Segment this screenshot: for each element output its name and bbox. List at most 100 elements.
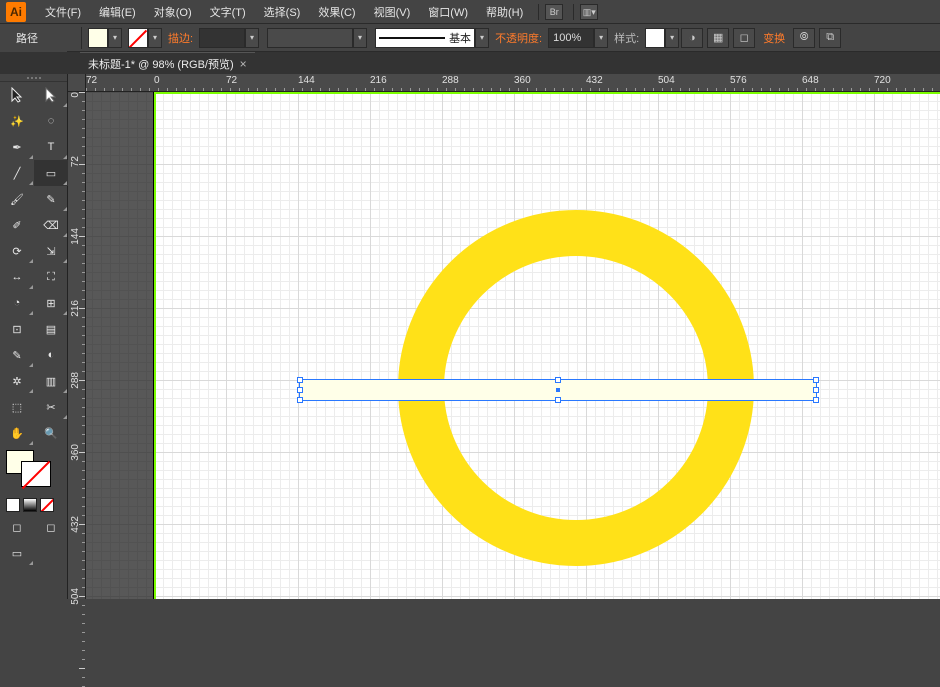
graphic-style-swatch[interactable] [645,28,665,48]
none-mode-icon[interactable] [40,498,54,512]
artboard-tool[interactable]: ⬚ [0,394,34,420]
bridge-icon[interactable]: Br [545,4,563,20]
ruler-tick-label: 72 [86,75,97,86]
direct-selection-tool[interactable] [34,82,68,108]
ruler-tick-label: 216 [370,75,387,86]
selection-handle[interactable] [555,397,561,403]
pencil-tool[interactable]: ✎ [34,186,68,212]
options-bar: 路径 ▾ ▾ 描边: ▾ ▾ 基本 ▾ 不透明度: ▾ 样式: ▾ ◑ ▦ ◻ … [0,24,940,52]
column-graph-tool[interactable]: ▥ [34,368,68,394]
type-tool[interactable]: T [34,134,68,160]
stroke-width-dropdown[interactable]: ▾ [245,28,259,48]
separator [573,4,574,20]
recolor-artwork-icon[interactable]: ◑ [681,28,703,48]
brush-definition[interactable]: 基本 [375,28,475,48]
stroke-dropdown[interactable]: ▾ [148,28,162,48]
vertical-ruler[interactable]: 072144216288360432504 [68,92,86,599]
stroke-swatch[interactable] [128,28,148,48]
menu-object[interactable]: 对象(O) [146,1,200,23]
line-segment-tool[interactable]: ╱ [0,160,34,186]
free-transform-tool[interactable]: ⛶ [34,264,68,290]
isolate-icon[interactable]: ⦾ [793,28,815,48]
draw-mode-behind[interactable]: ◻ [34,514,68,540]
transform-label[interactable]: 变换 [763,30,785,46]
stroke-width-input[interactable] [199,28,245,48]
eyedropper-tool[interactable]: ✎ [0,342,34,368]
ruler-tick-label: 720 [874,75,891,86]
rectangle-tool[interactable]: ▭ [34,160,68,186]
stroke-color-icon[interactable] [22,462,50,486]
ruler-tick-label: 144 [298,75,315,86]
selected-rectangle[interactable] [299,379,817,401]
lasso-tool[interactable]: ◌ [34,108,68,134]
opacity-dropdown[interactable]: ▾ [594,28,608,48]
brush-dropdown[interactable]: ▾ [475,28,489,48]
draw-mode-normal[interactable]: ◻ [0,514,34,540]
edit-inside-icon[interactable]: ⧉ [819,28,841,48]
close-tab-icon[interactable]: × [240,57,247,71]
perspective-grid-tool[interactable]: ⊞ [34,290,68,316]
scale-tool[interactable]: ⇲ [34,238,68,264]
selection-handle[interactable] [813,377,819,383]
blend-tool[interactable]: ◐ [34,342,68,368]
opacity-input[interactable] [548,28,594,48]
shape-panel-icon[interactable]: ◻ [733,28,755,48]
graphic-style-dropdown[interactable]: ▾ [665,28,679,48]
pen-tool[interactable]: ✒ [0,134,34,160]
guide-left [154,92,156,599]
menu-help[interactable]: 帮助(H) [478,1,531,23]
panel-drag-handle[interactable] [0,74,67,82]
workspace: 72072144216288360432504576648720 0721442… [68,74,940,599]
menu-edit[interactable]: 编辑(E) [91,1,144,23]
selection-handle[interactable] [297,387,303,393]
document-tab[interactable]: 未标题-1* @ 98% (RGB/预览) × [80,52,255,74]
spacer [34,540,68,566]
zoom-tool[interactable]: 🔍 [34,420,68,446]
document-tab-bar: 未标题-1* @ 98% (RGB/预览) × [0,52,940,74]
mesh-tool[interactable]: ⊡ [0,316,34,342]
ruler-origin[interactable] [68,74,86,92]
opacity-label: 不透明度: [495,30,542,46]
ruler-tick-label: 0 [154,75,160,86]
menu-effect[interactable]: 效果(C) [310,1,363,23]
rotate-tool[interactable]: ⟳ [0,238,34,264]
selection-tool[interactable] [0,82,34,108]
eraser-tool[interactable]: ⌫ [34,212,68,238]
workspace-switcher-icon[interactable]: ▥▾ [580,4,598,20]
menu-type[interactable]: 文字(T) [202,1,254,23]
gradient-tool[interactable]: ▤ [34,316,68,342]
hand-tool[interactable]: ✋ [0,420,34,446]
symbol-sprayer-tool[interactable]: ✲ [0,368,34,394]
menu-window[interactable]: 窗口(W) [420,1,476,23]
variable-width-profile[interactable] [267,28,353,48]
align-panel-icon[interactable]: ▦ [707,28,729,48]
menu-file[interactable]: 文件(F) [37,1,89,23]
gradient-mode-icon[interactable] [23,498,37,512]
menu-view[interactable]: 视图(V) [366,1,419,23]
menu-select[interactable]: 选择(S) [256,1,309,23]
color-mode-icon[interactable] [6,498,20,512]
canvas-area[interactable] [86,92,940,599]
width-tool[interactable]: ↔ [0,264,34,290]
screen-mode-button[interactable]: ▭ [0,540,34,566]
horizontal-ruler[interactable]: 72072144216288360432504576648720 [86,74,940,92]
fill-swatch[interactable] [88,28,108,48]
tools-panel: ✨ ◌ ✒ T ╱ ▭ 🖌 ✎ ✐ ⌫ ⟳ ⇲ ↔ ⛶ ◔ ⊞ ⊡ ▤ ✎ ◐ … [0,74,68,599]
selection-handle[interactable] [297,397,303,403]
shape-builder-tool[interactable]: ◔ [0,290,34,316]
selection-handle[interactable] [297,377,303,383]
fill-stroke-control[interactable] [0,446,67,496]
app-logo-icon: Ai [6,2,26,22]
paintbrush-tool[interactable]: 🖌 [0,186,34,212]
selection-handle[interactable] [813,387,819,393]
magic-wand-tool[interactable]: ✨ [0,108,34,134]
fill-dropdown[interactable]: ▾ [108,28,122,48]
style-label: 样式: [614,30,639,46]
ruler-tick-label: 360 [514,75,531,86]
selection-handle[interactable] [555,377,561,383]
blob-brush-tool[interactable]: ✐ [0,212,34,238]
variable-width-dropdown[interactable]: ▾ [353,28,367,48]
selection-type-label: 路径 [0,24,67,52]
slice-tool[interactable]: ✂ [34,394,68,420]
selection-handle[interactable] [813,397,819,403]
